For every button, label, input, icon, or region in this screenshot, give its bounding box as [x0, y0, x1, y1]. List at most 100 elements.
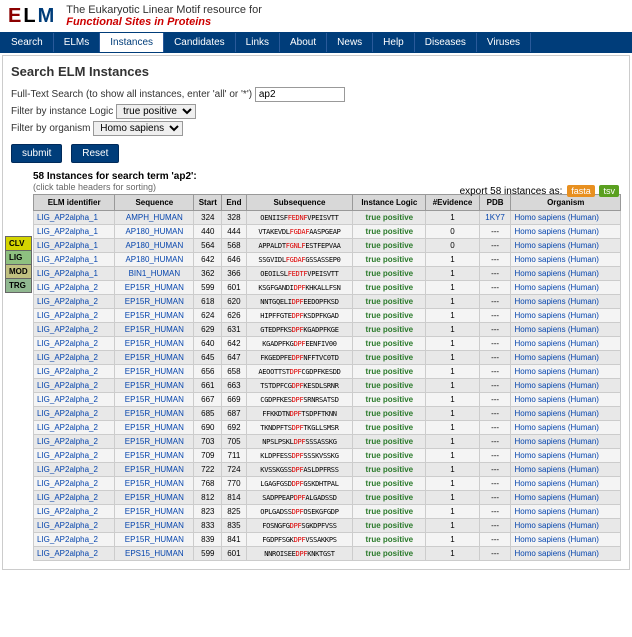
nav-elms[interactable]: ELMs	[54, 33, 101, 52]
organism-link[interactable]: Homo sapiens (Human)	[511, 253, 621, 267]
reset-button[interactable]: Reset	[71, 144, 119, 163]
elm-id-link[interactable]: LIG_AP2alpha_2	[34, 379, 115, 393]
nav-search[interactable]: Search	[1, 33, 54, 52]
organism-link[interactable]: Homo sapiens (Human)	[511, 491, 621, 505]
elm-id-link[interactable]: LIG_AP2alpha_2	[34, 365, 115, 379]
organism-link[interactable]: Homo sapiens (Human)	[511, 421, 621, 435]
organism-select[interactable]: Homo sapiens	[93, 121, 183, 136]
logic-select[interactable]: true positive	[116, 104, 196, 119]
nav-viruses[interactable]: Viruses	[477, 33, 531, 52]
sequence-link[interactable]: EP15R_HUMAN	[115, 491, 194, 505]
organism-link[interactable]: Homo sapiens (Human)	[511, 477, 621, 491]
nav-candidates[interactable]: Candidates	[164, 33, 236, 52]
sequence-link[interactable]: EP15R_HUMAN	[115, 295, 194, 309]
pdb-cell[interactable]: 1KY7	[479, 211, 511, 225]
organism-link[interactable]: Homo sapiens (Human)	[511, 393, 621, 407]
col-header[interactable]: ELM identifier	[34, 195, 115, 211]
col-header[interactable]: Instance Logic	[353, 195, 426, 211]
organism-link[interactable]: Homo sapiens (Human)	[511, 435, 621, 449]
nav-help[interactable]: Help	[373, 33, 415, 52]
submit-button[interactable]: submit	[11, 144, 62, 163]
elm-id-link[interactable]: LIG_AP2alpha_2	[34, 295, 115, 309]
sequence-link[interactable]: AP180_HUMAN	[115, 225, 194, 239]
elm-id-link[interactable]: LIG_AP2alpha_2	[34, 491, 115, 505]
sequence-link[interactable]: EP15R_HUMAN	[115, 365, 194, 379]
elm-id-link[interactable]: LIG_AP2alpha_1	[34, 211, 115, 225]
elm-id-link[interactable]: LIG_AP2alpha_1	[34, 225, 115, 239]
organism-link[interactable]: Homo sapiens (Human)	[511, 449, 621, 463]
col-header[interactable]: Subsequence	[246, 195, 353, 211]
sequence-link[interactable]: EP15R_HUMAN	[115, 351, 194, 365]
organism-link[interactable]: Homo sapiens (Human)	[511, 211, 621, 225]
sequence-link[interactable]: EP15R_HUMAN	[115, 463, 194, 477]
sequence-link[interactable]: EP15R_HUMAN	[115, 421, 194, 435]
elm-id-link[interactable]: LIG_AP2alpha_2	[34, 435, 115, 449]
sequence-link[interactable]: EP15R_HUMAN	[115, 337, 194, 351]
export-tsv-button[interactable]: tsv	[599, 185, 619, 197]
organism-link[interactable]: Homo sapiens (Human)	[511, 351, 621, 365]
nav-diseases[interactable]: Diseases	[415, 33, 477, 52]
sequence-link[interactable]: EP15R_HUMAN	[115, 505, 194, 519]
sequence-link[interactable]: EP15R_HUMAN	[115, 449, 194, 463]
organism-link[interactable]: Homo sapiens (Human)	[511, 267, 621, 281]
sequence-link[interactable]: EP15R_HUMAN	[115, 407, 194, 421]
organism-link[interactable]: Homo sapiens (Human)	[511, 337, 621, 351]
nav-about[interactable]: About	[280, 33, 327, 52]
sequence-link[interactable]: AP180_HUMAN	[115, 253, 194, 267]
elm-id-link[interactable]: LIG_AP2alpha_1	[34, 267, 115, 281]
sequence-link[interactable]: AP180_HUMAN	[115, 239, 194, 253]
sequence-link[interactable]: EP15R_HUMAN	[115, 281, 194, 295]
sequence-link[interactable]: AMPH_HUMAN	[115, 211, 194, 225]
organism-link[interactable]: Homo sapiens (Human)	[511, 323, 621, 337]
sequence-link[interactable]: EP15R_HUMAN	[115, 519, 194, 533]
elm-id-link[interactable]: LIG_AP2alpha_2	[34, 477, 115, 491]
elm-id-link[interactable]: LIG_AP2alpha_2	[34, 407, 115, 421]
elm-id-link[interactable]: LIG_AP2alpha_2	[34, 505, 115, 519]
elm-id-link[interactable]: LIG_AP2alpha_2	[34, 323, 115, 337]
sequence-link[interactable]: EP15R_HUMAN	[115, 477, 194, 491]
elm-id-link[interactable]: LIG_AP2alpha_2	[34, 337, 115, 351]
organism-link[interactable]: Homo sapiens (Human)	[511, 547, 621, 561]
elm-id-link[interactable]: LIG_AP2alpha_2	[34, 393, 115, 407]
sequence-link[interactable]: EP15R_HUMAN	[115, 533, 194, 547]
nav-links[interactable]: Links	[236, 33, 280, 52]
organism-link[interactable]: Homo sapiens (Human)	[511, 407, 621, 421]
col-header[interactable]: Sequence	[115, 195, 194, 211]
organism-link[interactable]: Homo sapiens (Human)	[511, 309, 621, 323]
sequence-link[interactable]: EPS15_HUMAN	[115, 547, 194, 561]
sequence-link[interactable]: EP15R_HUMAN	[115, 323, 194, 337]
nav-news[interactable]: News	[327, 33, 373, 52]
sequence-link[interactable]: EP15R_HUMAN	[115, 379, 194, 393]
sidetab-mod[interactable]: MOD	[5, 264, 32, 279]
elm-id-link[interactable]: LIG_AP2alpha_2	[34, 351, 115, 365]
organism-link[interactable]: Homo sapiens (Human)	[511, 239, 621, 253]
elm-id-link[interactable]: LIG_AP2alpha_2	[34, 463, 115, 477]
fulltext-input[interactable]	[255, 87, 345, 102]
export-fasta-button[interactable]: fasta	[567, 185, 595, 197]
organism-link[interactable]: Homo sapiens (Human)	[511, 519, 621, 533]
sequence-link[interactable]: EP15R_HUMAN	[115, 393, 194, 407]
elm-id-link[interactable]: LIG_AP2alpha_2	[34, 533, 115, 547]
nav-instances[interactable]: Instances	[100, 33, 164, 52]
sidetab-clv[interactable]: CLV	[5, 236, 32, 251]
organism-link[interactable]: Homo sapiens (Human)	[511, 533, 621, 547]
col-header[interactable]: End	[222, 195, 246, 211]
organism-link[interactable]: Homo sapiens (Human)	[511, 379, 621, 393]
organism-link[interactable]: Homo sapiens (Human)	[511, 505, 621, 519]
elm-id-link[interactable]: LIG_AP2alpha_2	[34, 421, 115, 435]
organism-link[interactable]: Homo sapiens (Human)	[511, 281, 621, 295]
elm-id-link[interactable]: LIG_AP2alpha_1	[34, 239, 115, 253]
organism-link[interactable]: Homo sapiens (Human)	[511, 225, 621, 239]
elm-id-link[interactable]: LIG_AP2alpha_2	[34, 519, 115, 533]
elm-id-link[interactable]: LIG_AP2alpha_1	[34, 253, 115, 267]
elm-id-link[interactable]: LIG_AP2alpha_2	[34, 309, 115, 323]
sequence-link[interactable]: BIN1_HUMAN	[115, 267, 194, 281]
organism-link[interactable]: Homo sapiens (Human)	[511, 463, 621, 477]
col-header[interactable]: Start	[194, 195, 222, 211]
sequence-link[interactable]: EP15R_HUMAN	[115, 435, 194, 449]
sidetab-lig[interactable]: LIG	[5, 250, 32, 265]
sequence-link[interactable]: EP15R_HUMAN	[115, 309, 194, 323]
elm-id-link[interactable]: LIG_AP2alpha_2	[34, 281, 115, 295]
organism-link[interactable]: Homo sapiens (Human)	[511, 295, 621, 309]
elm-id-link[interactable]: LIG_AP2alpha_2	[34, 547, 115, 561]
